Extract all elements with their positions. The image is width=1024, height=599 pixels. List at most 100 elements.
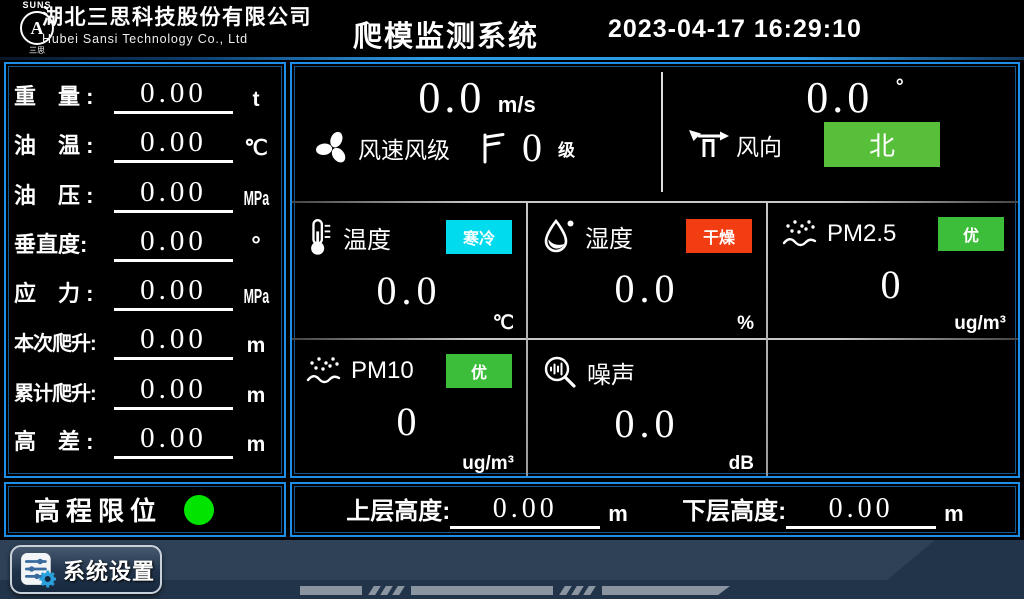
sensor-cell-pm10: PM10 优 0 ug/m³ [292, 340, 526, 478]
dust-icon [782, 217, 818, 251]
status-badge: 干燥 [686, 219, 752, 253]
wind-speed-section: 0.0 m/s 风速风级 [292, 64, 662, 200]
wind-level-flag-icon [480, 131, 506, 165]
header-divider [0, 57, 1024, 60]
sensor-value: 0 [768, 265, 1018, 305]
settings-button[interactable]: 系统设置 [10, 545, 162, 594]
footer-stripes [300, 586, 730, 595]
sensor-unit: ℃ [493, 312, 514, 335]
lower-height-value: 0.00 [786, 495, 936, 529]
metric-label: 本次爬升: [14, 327, 111, 360]
metric-unit: m [236, 334, 276, 360]
metric-row-height-diff: 高 差 : 0.00 m [14, 424, 276, 459]
noise-icon [542, 354, 578, 390]
droplet-icon [542, 217, 576, 255]
status-badge: 优 [938, 217, 1004, 251]
wind-vane-icon [686, 125, 730, 165]
header-bar: SUNS A 三思 湖北三思科技股份有限公司 Hubei Sansi Techn… [0, 0, 1024, 57]
sensor-value: 0.0 [292, 271, 526, 311]
status-badge: 优 [446, 354, 512, 388]
wind-speed-value: 0.0 [418, 73, 485, 122]
metric-label: 高 差 : [14, 424, 111, 459]
company-name-block: 湖北三思科技股份有限公司 Hubei Sansi Technology Co.,… [42, 6, 312, 46]
lower-height-unit: m [944, 501, 964, 529]
metric-label: 垂直度: [14, 227, 111, 262]
wind-direction-value: 0.0 [806, 73, 873, 122]
metric-label: 油 温 : [14, 128, 111, 163]
metric-unit: ° [236, 232, 276, 262]
elevation-limit-status-light [184, 495, 214, 525]
dust-icon [306, 354, 342, 388]
metric-value: 0.00 [114, 325, 233, 360]
thermometer-icon [306, 217, 334, 257]
lower-height-label: 下层高度: [682, 491, 786, 529]
metric-value: 0.00 [114, 128, 233, 163]
metric-row-verticality: 垂直度: 0.00 ° [14, 227, 276, 262]
metrics-panel: 重 量 : 0.00 t 油 温 : 0.00 ℃ 油 压 : 0.00 MPa… [4, 62, 286, 478]
wind-direction-unit: ° [896, 76, 904, 98]
metric-label: 应 力 : [14, 276, 111, 311]
upper-height-value: 0.00 [450, 495, 600, 529]
metric-label: 油 压 : [14, 178, 111, 213]
wind-direction-section: 0.0 ° 风向 北 [662, 64, 1018, 200]
sensor-name: 温度 [343, 220, 391, 255]
elevation-limit-label: 高程限位 [34, 491, 162, 528]
sensor-value: 0.0 [528, 404, 766, 444]
upper-height-label: 上层高度: [346, 491, 450, 529]
datetime-display: 2023-04-17 16:29:10 [608, 15, 862, 44]
wind-speed-unit: m/s [498, 92, 536, 117]
wind-speed-label: 风速风级 [358, 131, 450, 165]
sensor-unit: dB [729, 453, 754, 475]
sensor-cell-empty [768, 340, 1018, 478]
metric-value: 0.00 [114, 424, 233, 459]
metric-row-weight: 重 量 : 0.00 t [14, 79, 276, 114]
metric-row-stress: 应 力 : 0.00 MPa [14, 276, 276, 311]
sensor-unit: % [737, 313, 754, 335]
sensor-cell-humidity: 湿度 干燥 0.0 % [528, 203, 766, 338]
sensor-name: 湿度 [585, 219, 633, 254]
footer-bar: 系统设置 [0, 540, 1024, 599]
main-panel: 0.0 m/s 风速风级 [290, 62, 1020, 478]
elevation-limit-box: 高程限位 [4, 482, 286, 537]
lower-height-group: 下层高度: 0.00 m [682, 491, 964, 529]
logo-sansi-text: 三思 [29, 46, 45, 55]
page-title: 爬模监测系统 [353, 13, 539, 55]
wind-direction-label: 风向 [736, 128, 782, 162]
fan-icon [314, 129, 352, 167]
sensor-cell-noise: 噪声 0.0 dB [528, 340, 766, 478]
metric-unit: t [236, 88, 276, 114]
sensor-cell-temperature: 温度 寒冷 0.0 ℃ [292, 203, 526, 338]
wind-row: 0.0 m/s 风速风级 [292, 64, 1018, 200]
metric-unit: m [236, 384, 276, 410]
wind-level-unit: 级 [558, 136, 575, 161]
metric-value: 0.00 [114, 276, 233, 311]
sensor-unit: ug/m³ [954, 313, 1006, 335]
heights-box: 上层高度: 0.00 m 下层高度: 0.00 m [290, 482, 1020, 537]
company-name-en: Hubei Sansi Technology Co., Ltd [42, 32, 312, 46]
sensor-cell-pm25: PM2.5 优 0 ug/m³ [768, 203, 1018, 338]
metric-row-oil-pressure: 油 压 : 0.00 MPa [14, 178, 276, 213]
metric-label: 重 量 : [14, 79, 111, 114]
metric-value: 0.00 [114, 375, 233, 410]
wind-direction-value-box: 北 [824, 122, 940, 167]
sensor-name: PM2.5 [827, 220, 896, 248]
metric-unit: MPa [244, 188, 269, 213]
status-badge: 寒冷 [446, 220, 512, 254]
upper-height-unit: m [608, 501, 628, 529]
metric-value: 0.00 [114, 178, 233, 213]
metric-unit: MPa [244, 286, 269, 311]
sensor-unit: ug/m³ [462, 453, 514, 475]
settings-button-label: 系统设置 [63, 554, 155, 586]
metric-row-current-climb: 本次爬升: 0.00 m [14, 325, 276, 360]
wind-level-value: 0 [522, 128, 542, 168]
company-name-cn: 湖北三思科技股份有限公司 [42, 6, 312, 30]
metric-value: 0.00 [114, 227, 233, 262]
metric-unit: m [236, 433, 276, 459]
metric-row-oil-temp: 油 温 : 0.00 ℃ [14, 128, 276, 163]
sensor-value: 0.0 [528, 269, 766, 309]
sensor-name: PM10 [351, 357, 414, 385]
metric-row-total-climb: 累计爬升: 0.00 m [14, 375, 276, 410]
metric-value: 0.00 [114, 79, 233, 114]
metric-unit: ℃ [236, 136, 276, 163]
sensor-value: 0 [292, 402, 526, 442]
